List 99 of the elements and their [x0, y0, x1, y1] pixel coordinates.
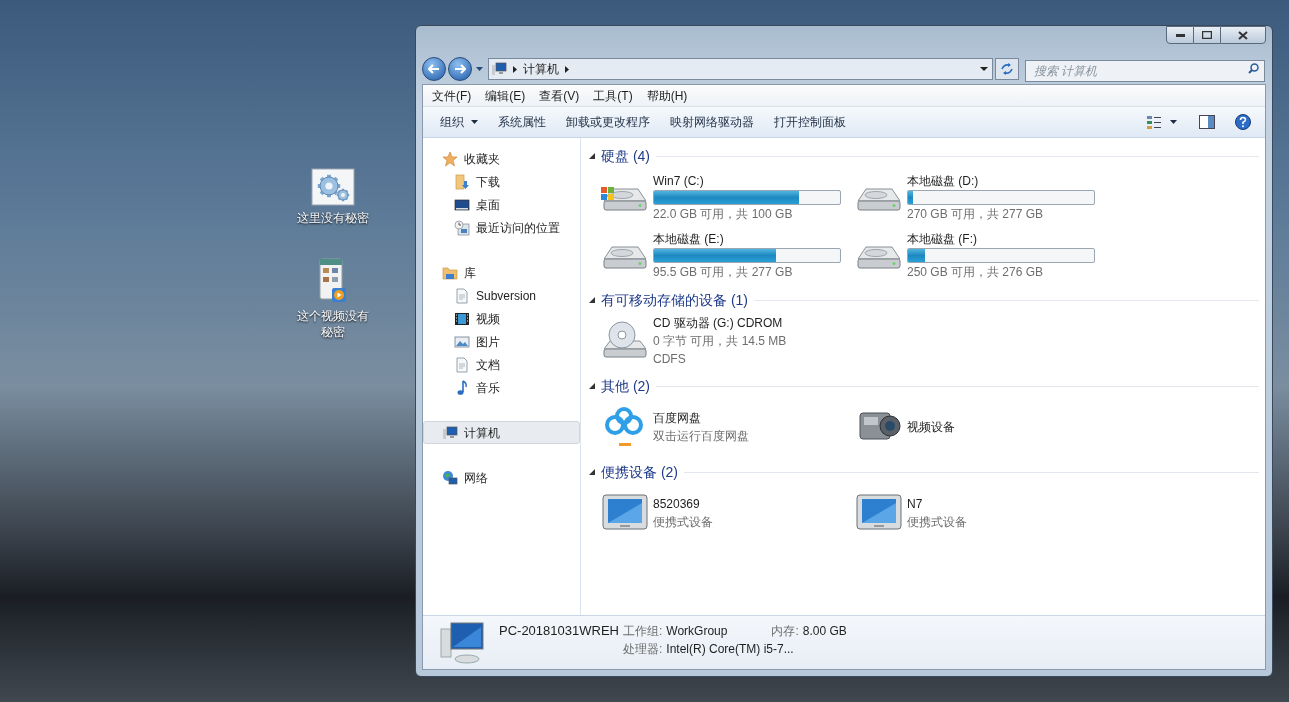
download-folder-icon [454, 173, 470, 190]
view-list-icon [1146, 115, 1162, 129]
nav-item[interactable]: 音乐 [423, 376, 580, 399]
minimize-icon [1175, 33, 1185, 37]
menu-item[interactable]: 工具(T) [586, 86, 640, 105]
computer-icon [439, 620, 487, 665]
help-icon [1235, 114, 1251, 130]
section-header[interactable]: 便携设备 (2) [601, 461, 678, 483]
desktop-shortcut[interactable] [319, 258, 347, 304]
detail-label: 工作组: [622, 623, 663, 640]
music-note-icon [454, 379, 470, 396]
item-name[interactable]: 百度网盘 [653, 409, 749, 427]
item-detail: CDFS [653, 351, 687, 368]
document-icon [454, 287, 470, 304]
item-detail: 250 GB 可用，共 276 GB [907, 263, 1045, 281]
refresh-button[interactable] [995, 58, 1019, 80]
nav-item[interactable]: Subversion [423, 284, 580, 307]
collapse-icon[interactable] [589, 383, 595, 389]
detail-label: 内存: [771, 623, 799, 640]
library-folder-icon [442, 264, 458, 281]
chevron-right-icon [513, 65, 517, 73]
toolbar-button[interactable]: 卸载或更改程序 [557, 110, 659, 134]
collapse-icon[interactable] [589, 153, 595, 159]
minimize-button[interactable] [1166, 26, 1194, 44]
nav-item[interactable]: 视频 [423, 307, 580, 330]
item-detail: 便携式设备 [907, 514, 967, 531]
search-icon [1248, 63, 1259, 74]
nav-item[interactable]: 收藏夹 [423, 147, 580, 170]
caret-icon [471, 120, 478, 124]
collapse-icon[interactable] [589, 469, 595, 475]
item-detail: 双击运行百度网盘 [653, 428, 749, 445]
document-icon [454, 356, 470, 373]
refresh-icon [1000, 63, 1014, 75]
item-name[interactable]: N7 [907, 495, 967, 513]
section-header[interactable]: 有可移动存储的设备 (1) [601, 289, 748, 311]
menu-item[interactable]: 文件(F) [425, 86, 479, 105]
desktop-icon-label: 这个视频没有秘密 [296, 308, 370, 340]
item-detail: 0 字节 可用，共 14.5 MB [653, 333, 787, 350]
item-name[interactable]: 本地磁盘 (F:) [907, 229, 1095, 248]
desktop-icon-label: 这里没有秘密 [296, 210, 370, 226]
maximize-button[interactable] [1194, 26, 1220, 44]
toolbar-button[interactable]: 映射网络驱动器 [661, 110, 763, 134]
breadcrumb[interactable]: 计算机 [523, 60, 559, 78]
close-icon [1238, 30, 1248, 40]
item-name[interactable]: 本地磁盘 (E:) [653, 229, 841, 248]
detail-value: 8.00 GB [802, 623, 847, 640]
gears-icon [311, 168, 355, 206]
nav-item[interactable]: 计算机 [423, 421, 580, 444]
item-detail: 270 GB 可用，共 277 GB [907, 205, 1045, 223]
nav-item[interactable]: 文档 [423, 353, 580, 376]
picture-icon [454, 333, 470, 350]
item-name[interactable]: Win7 (C:) [653, 171, 841, 190]
nav-item[interactable]: 网络 [423, 466, 580, 489]
nav-item[interactable]: 下载 [423, 170, 580, 193]
forward-button[interactable] [448, 57, 472, 81]
nav-item[interactable]: 库 [423, 261, 580, 284]
network-icon [442, 469, 458, 486]
item-name[interactable]: 本地磁盘 (D:) [907, 171, 1095, 190]
item-name[interactable]: 8520369 [653, 495, 713, 513]
computer-icon [442, 424, 458, 441]
recent-places-icon [454, 219, 470, 236]
detail-label: 处理器: [622, 641, 663, 658]
close-button[interactable] [1220, 26, 1266, 44]
nav-item[interactable]: 图片 [423, 330, 580, 353]
item-detail: 便携式设备 [653, 514, 713, 531]
detail-value: Intel(R) Core(TM) i5-7... [666, 641, 794, 658]
caret-icon [475, 67, 483, 71]
menu-item[interactable]: 帮助(H) [639, 86, 695, 105]
detail-value: WorkGroup [666, 623, 728, 640]
nav-item[interactable]: 最近访问的位置 [423, 216, 580, 239]
item-name[interactable]: 视频设备 [907, 418, 955, 436]
menu-item[interactable]: 编辑(E) [478, 86, 533, 105]
toolbar-button[interactable]: 组织 [431, 110, 487, 134]
film-icon [454, 310, 470, 327]
section-header[interactable]: 硬盘 (4) [601, 145, 650, 167]
star-icon [442, 150, 458, 167]
section-header[interactable]: 其他 (2) [601, 375, 650, 397]
menu-item[interactable]: 查看(V) [532, 86, 587, 105]
search-field[interactable]: 搜索 计算机 [1025, 60, 1265, 82]
address-bar[interactable]: 计算机 [488, 58, 993, 80]
collapse-icon[interactable] [589, 297, 595, 303]
arrow-left-icon [428, 64, 440, 74]
dropdown-arrow-icon [980, 67, 988, 71]
computer-icon [491, 61, 507, 77]
chevron-right-icon [565, 65, 569, 73]
caret-icon [1170, 120, 1177, 124]
arrow-right-icon [454, 64, 466, 74]
item-detail: 22.0 GB 可用，共 100 GB [653, 205, 794, 223]
back-button[interactable] [422, 57, 446, 81]
computer-name: PC-20181031WREH [499, 622, 619, 640]
nav-item[interactable]: 桌面 [423, 193, 580, 216]
item-detail: 95.5 GB 可用，共 277 GB [653, 263, 794, 281]
pane-icon [1199, 115, 1215, 129]
item-name[interactable]: CD 驱动器 (G:) CDROM [653, 314, 787, 332]
maximize-icon [1202, 31, 1212, 39]
toolbar-button[interactable]: 打开控制面板 [765, 110, 855, 134]
toolbar-button[interactable]: 系统属性 [489, 110, 555, 134]
video-file-icon [319, 258, 347, 304]
desktop-icon [454, 196, 470, 213]
